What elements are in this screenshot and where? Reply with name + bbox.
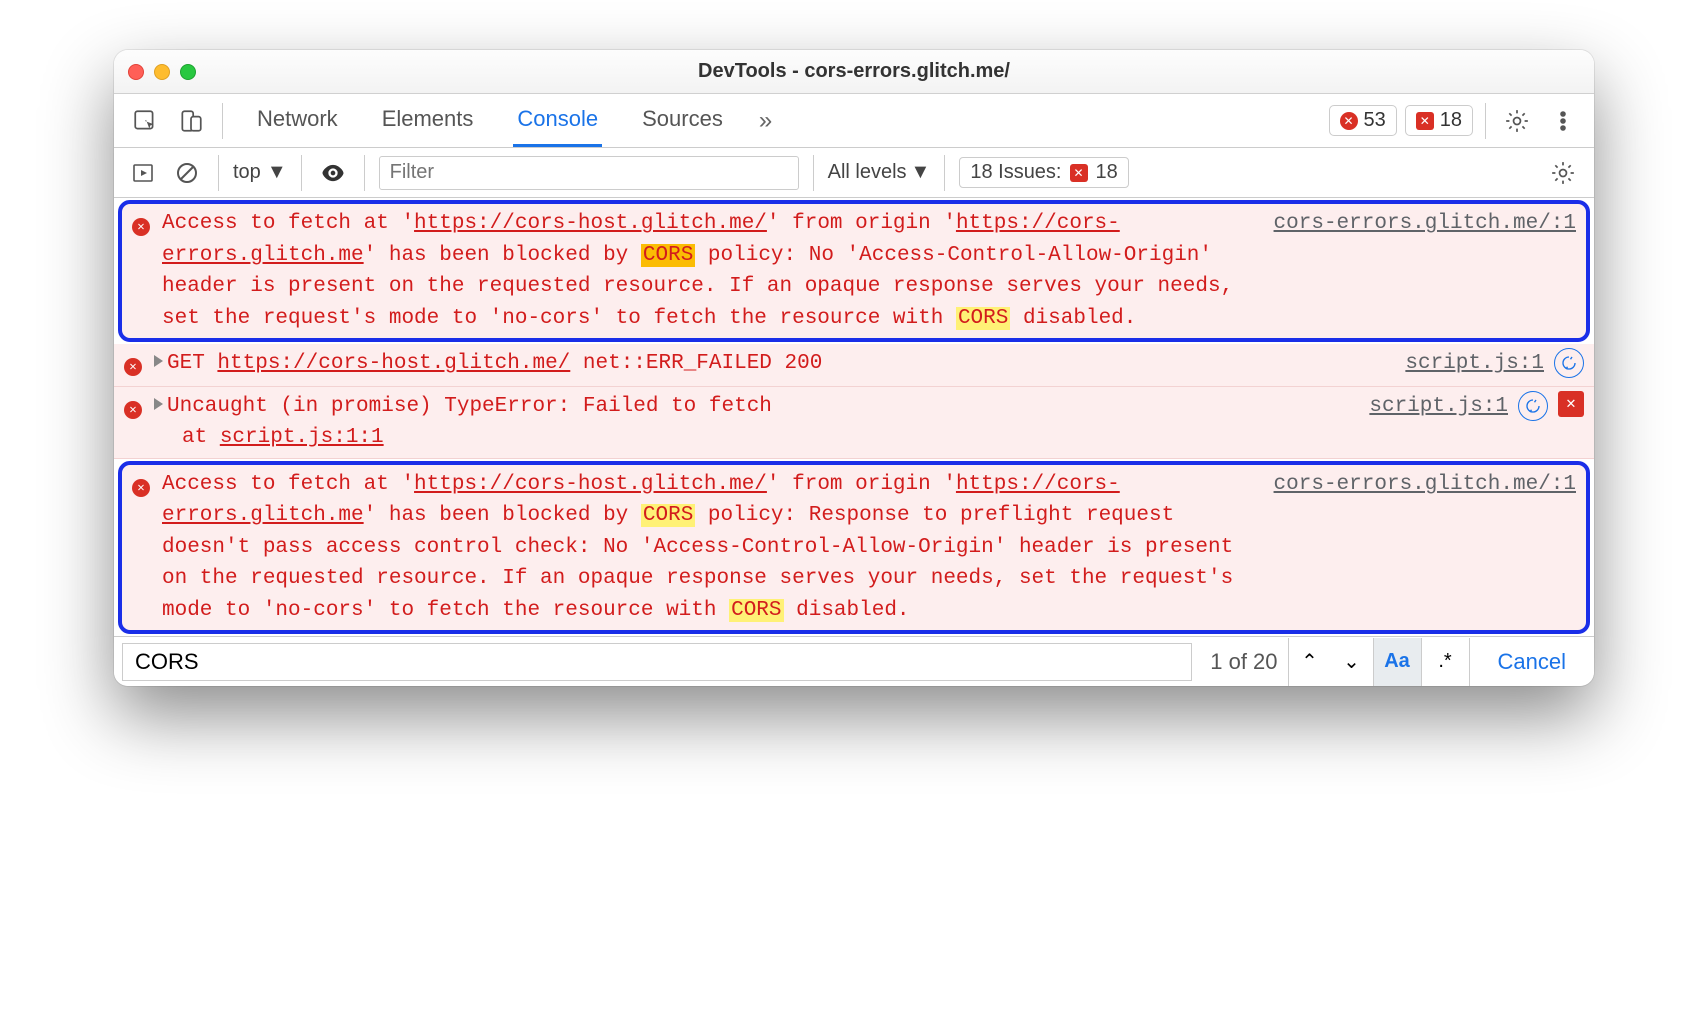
find-mode: Aa .* [1374,638,1470,686]
context-label: top [233,161,261,184]
message-source-link[interactable]: script.js:1 [1405,348,1544,380]
regex-button[interactable]: .* [1422,638,1470,686]
issues-counter[interactable]: 18 [1405,105,1473,136]
tabs-bar: Network Elements Console Sources » 53 18 [114,94,1594,148]
replay-xhr-icon[interactable] [1518,391,1548,421]
tab-elements[interactable]: Elements [378,94,478,147]
tab-sources[interactable]: Sources [638,94,727,147]
search-match: CORS [641,244,695,267]
zoom-window-button[interactable] [180,64,196,80]
inspect-element-icon[interactable] [126,102,164,140]
search-match: CORS [641,504,695,527]
find-nav: ⌃ ⌄ [1288,638,1374,686]
console-message: GET https://cors-host.glitch.me/ net::ER… [114,344,1594,387]
match-case-button[interactable]: Aa [1374,638,1422,686]
levels-label: All levels [828,161,907,184]
issues-button[interactable]: 18 Issues: 18 [959,157,1128,188]
find-bar: 1 of 20 ⌃ ⌄ Aa .* Cancel [114,636,1594,686]
error-icon [132,218,150,236]
context-selector[interactable]: top ▼ [233,161,287,184]
issue-icon [1070,164,1088,182]
chevron-down-icon: ▼ [911,161,931,184]
minimize-window-button[interactable] [154,64,170,80]
message-source-link[interactable]: cors-errors.glitch.me/:1 [1274,469,1576,501]
clear-console-icon[interactable] [170,156,204,190]
find-prev-button[interactable]: ⌃ [1289,638,1331,686]
error-icon [1340,112,1358,130]
message-source-link[interactable]: script.js:1 [1369,391,1508,423]
issues-count: 18 [1440,109,1462,132]
kebab-menu-icon[interactable] [1544,102,1582,140]
message-body: Uncaught (in promise) TypeError: Failed … [154,391,1369,454]
panel-tabs: Network Elements Console Sources [253,94,727,147]
find-cancel-button[interactable]: Cancel [1470,649,1594,675]
chevron-down-icon: ▼ [267,161,287,184]
error-count: 53 [1364,109,1386,132]
traffic-lights [128,64,196,80]
separator [222,103,223,139]
separator [218,155,219,191]
console-message: Access to fetch at 'https://cors-host.gl… [118,461,1590,635]
titlebar: DevTools - cors-errors.glitch.me/ [114,50,1594,94]
separator [364,155,365,191]
message-body: Access to fetch at 'https://cors-host.gl… [162,469,1274,627]
find-input[interactable] [122,643,1192,681]
close-window-button[interactable] [128,64,144,80]
expand-icon[interactable] [154,398,163,410]
separator [1485,103,1486,139]
open-issue-icon[interactable]: ✕ [1558,391,1584,417]
separator [301,155,302,191]
error-icon [124,401,142,419]
log-levels-selector[interactable]: All levels ▼ [828,161,931,184]
error-counter[interactable]: 53 [1329,105,1397,136]
filter-input[interactable] [379,156,799,190]
issues-count: 18 [1096,161,1118,184]
search-match: CORS [729,599,783,622]
tab-console[interactable]: Console [513,94,602,147]
issue-icon [1416,112,1434,130]
expand-icon[interactable] [154,355,163,367]
message-source-link[interactable]: cors-errors.glitch.me/:1 [1274,208,1576,240]
issues-label: 18 Issues: [970,161,1061,184]
separator [813,155,814,191]
stack-frame-link[interactable]: script.js:1:1 [220,426,384,449]
window-title: DevTools - cors-errors.glitch.me/ [114,60,1594,83]
find-next-button[interactable]: ⌄ [1331,638,1373,686]
console-toolbar: top ▼ All levels ▼ 18 Issues: 18 [114,148,1594,198]
message-body: GET https://cors-host.glitch.me/ net::ER… [154,348,1405,380]
search-match: CORS [956,307,1010,330]
live-expression-icon[interactable] [316,156,350,190]
settings-icon[interactable] [1498,102,1536,140]
console-settings-icon[interactable] [1544,154,1582,192]
toggle-sidebar-icon[interactable] [126,156,160,190]
devtools-window: DevTools - cors-errors.glitch.me/ Networ… [114,50,1594,686]
url-link[interactable]: https://cors-host.glitch.me/ [217,352,570,375]
message-body: Access to fetch at 'https://cors-host.gl… [162,208,1274,334]
error-icon [124,358,142,376]
url-link[interactable]: https://cors-host.glitch.me/ [414,212,767,235]
console-message: Uncaught (in promise) TypeError: Failed … [114,387,1594,459]
url-link[interactable]: https://cors-host.glitch.me/ [414,473,767,496]
find-count: 1 of 20 [1200,649,1287,675]
more-tabs-icon[interactable]: » [759,107,772,135]
console-messages: Access to fetch at 'https://cors-host.gl… [114,200,1594,634]
error-icon [132,479,150,497]
replay-xhr-icon[interactable] [1554,348,1584,378]
separator [944,155,945,191]
console-message: Access to fetch at 'https://cors-host.gl… [118,200,1590,342]
tab-network[interactable]: Network [253,94,342,147]
device-toolbar-icon[interactable] [172,102,210,140]
